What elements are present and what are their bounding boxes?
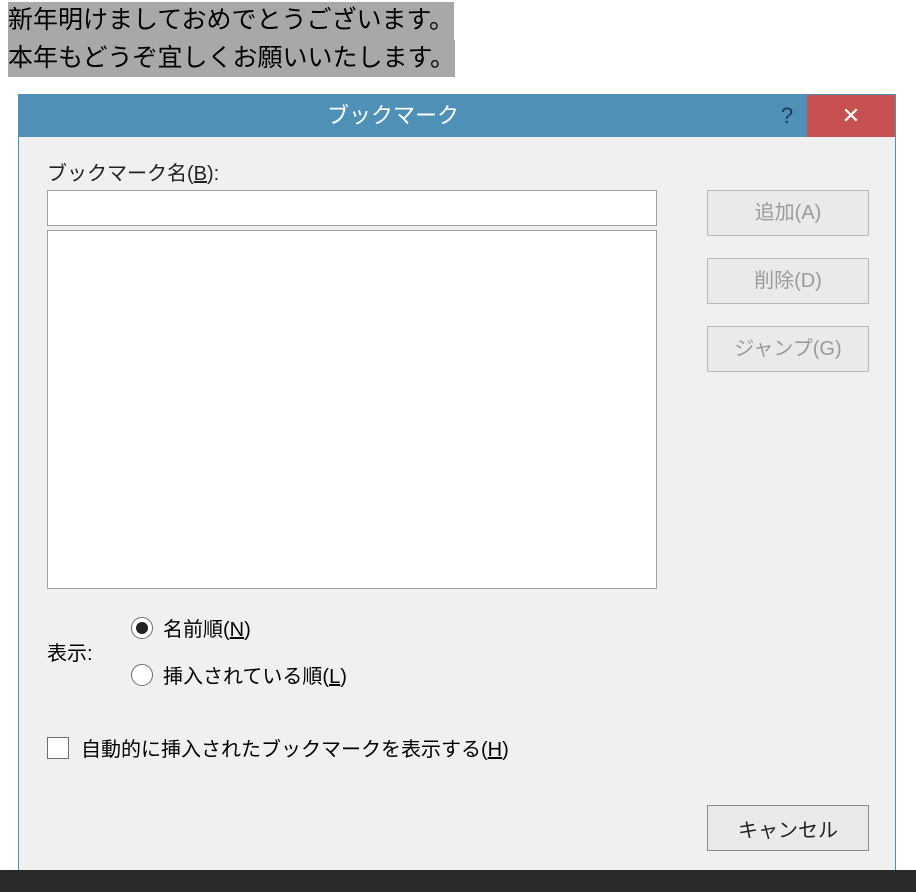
dialog-title: ブックマーク xyxy=(19,95,767,137)
sort-by-location-radio[interactable]: 挿入されている順(L) xyxy=(131,660,347,689)
bookmark-name-label: ブックマーク名(B): xyxy=(47,157,869,186)
sort-label: 表示: xyxy=(47,637,107,666)
sort-by-location-label: 挿入されている順(L) xyxy=(163,660,347,689)
show-hidden-label: 自動的に挿入されたブックマークを表示する(H) xyxy=(81,733,509,762)
bookmark-name-input[interactable] xyxy=(47,190,657,226)
add-button: 追加(A) xyxy=(707,190,869,236)
bookmark-dialog: ブックマーク ? ✕ ブックマーク名(B): 追加(A) 削除(D) ジャンプ(… xyxy=(18,94,896,874)
goto-button: ジャンプ(G) xyxy=(707,326,869,372)
selected-text-line-2[interactable]: 本年もどうぞ宜しくお願いいたします。 xyxy=(8,40,455,78)
cancel-button[interactable]: キャンセル xyxy=(707,805,869,851)
help-button[interactable]: ? xyxy=(767,95,807,137)
sort-by-name-label: 名前順(N) xyxy=(163,613,251,642)
sort-by-name-radio[interactable]: 名前順(N) xyxy=(131,613,347,642)
bookmark-list[interactable] xyxy=(47,230,657,589)
dialog-body: ブックマーク名(B): 追加(A) 削除(D) ジャンプ(G) 表示: 名前順(… xyxy=(19,137,895,873)
status-bar xyxy=(0,870,916,892)
radio-icon xyxy=(131,617,153,639)
close-button[interactable]: ✕ xyxy=(807,95,895,137)
delete-button: 削除(D) xyxy=(707,258,869,304)
show-hidden-checkbox[interactable]: 自動的に挿入されたブックマークを表示する(H) xyxy=(47,733,869,762)
dialog-titlebar[interactable]: ブックマーク ? ✕ xyxy=(19,95,895,137)
selected-text-line-1[interactable]: 新年明けましておめでとうございます。 xyxy=(8,2,454,40)
checkbox-icon xyxy=(47,737,69,759)
radio-icon xyxy=(131,664,153,686)
